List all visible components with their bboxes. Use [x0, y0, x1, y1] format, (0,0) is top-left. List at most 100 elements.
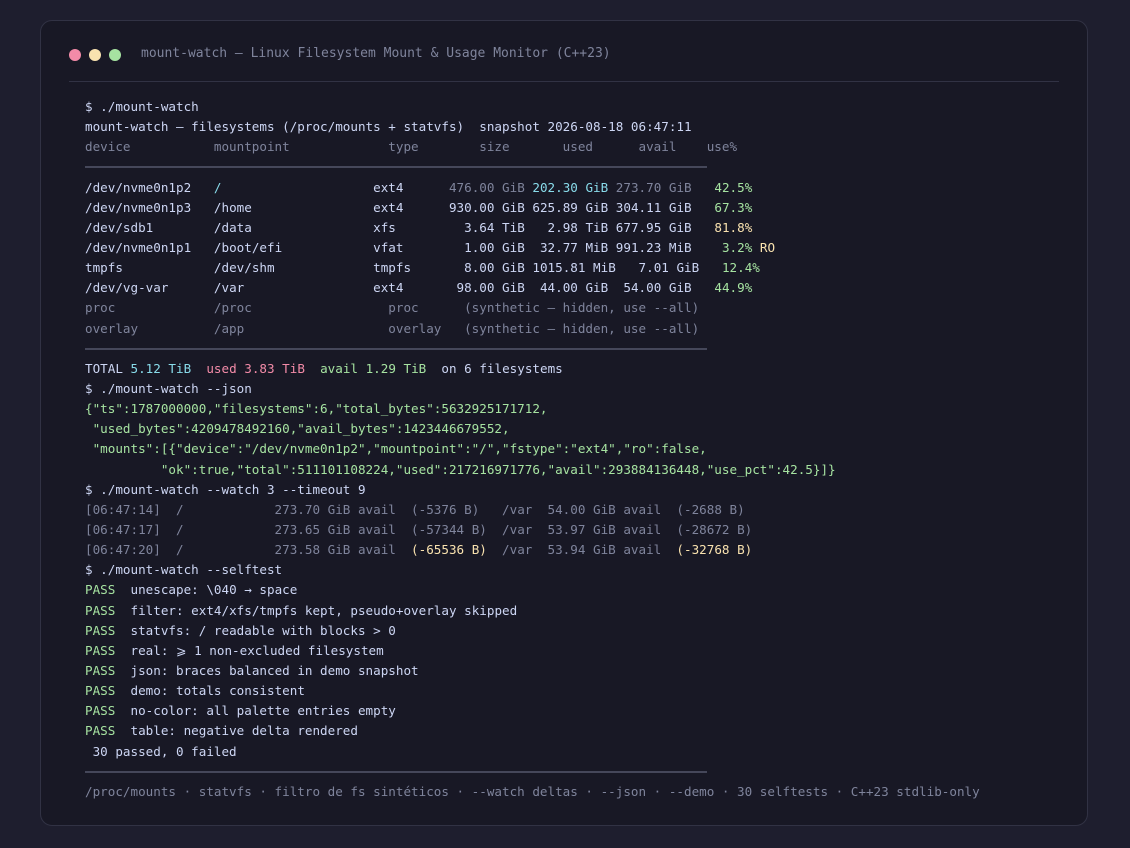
window-title: mount-watch — Linux Filesystem Mount & U… [141, 46, 611, 61]
command-line: $ ./mount-watch [85, 99, 199, 114]
use-percent: 44.9% [699, 280, 753, 296]
synthetic-row: proc /proc proc (synthetic — hidden, use… [85, 300, 700, 316]
command-line: $ ./mount-watch --json [85, 380, 252, 396]
test-result: PASS unescape: \040 → space [85, 580, 980, 600]
device: tmpfs [85, 260, 207, 276]
mountpoint: /boot/efi [206, 239, 374, 255]
mountpoint: / [206, 179, 374, 195]
fstype: ext4 [373, 280, 449, 296]
size: 476.00 GiB [448, 179, 533, 195]
pass-badge: PASS [85, 683, 116, 699]
divider [85, 762, 980, 782]
used: 1015.81 MiB [532, 260, 616, 276]
size: 3.64 TiB [448, 219, 533, 235]
use-percent: 3.2% [699, 239, 753, 255]
watch-line: [06:47:14] / 273.70 GiB avail (-5376 B) … [85, 500, 980, 520]
watch-var-delta: (-32768 B) [676, 542, 753, 558]
test-description: table: negative delta rendered [115, 723, 358, 739]
avail: 273.70 GiB [608, 179, 700, 195]
json-line: "used_bytes":4209478492160,"avail_bytes"… [85, 421, 510, 437]
size: 8.00 GiB [448, 260, 533, 276]
table-row: /dev/nvme0n1p3 /home ext4 930.00 GiB 625… [85, 198, 980, 218]
test-description: demo: totals consistent [115, 683, 305, 699]
used: 2.98 TiB [532, 219, 609, 235]
total-size: 5.12 TiB [130, 360, 192, 376]
avail: 304.11 GiB [608, 199, 700, 215]
test-result: PASS json: braces balanced in demo snaps… [85, 661, 980, 681]
watch-root: [06:47:20] / 273.58 GiB avail [85, 542, 412, 558]
table-row: tmpfs /dev/shm tmpfs 8.00 GiB 1015.81 Mi… [85, 258, 980, 278]
pass-badge: PASS [85, 622, 116, 638]
mountpoint: /dev/shm [206, 260, 374, 276]
test-result: PASS table: negative delta rendered [85, 721, 980, 741]
avail: 7.01 GiB [615, 260, 707, 276]
mountpoint: /var [206, 280, 374, 296]
filesystem-table: /dev/nvme0n1p2 / ext4 476.00 GiB 202.30 … [85, 178, 980, 339]
totals-line: TOTAL 5.12 TiB used 3.83 TiB avail 1.29 … [85, 359, 980, 379]
divider [85, 339, 980, 359]
table-row: /dev/vg-var /var ext4 98.00 GiB 44.00 Gi… [85, 278, 980, 298]
pass-badge: PASS [85, 582, 116, 598]
maximize-window-button[interactable] [109, 49, 121, 61]
test-summary: 30 passed, 0 failed [85, 743, 237, 759]
total-avail: 1.29 TiB [365, 360, 427, 376]
test-description: statvfs: / readable with blocks > 0 [115, 622, 396, 638]
watch-var-delta: (-2688 B) [676, 501, 745, 517]
watch-var: /var 54.00 GiB avail [479, 501, 677, 517]
use-percent: 12.4% [706, 260, 760, 276]
use-percent: 81.8% [699, 219, 753, 235]
fstype: vfat [373, 239, 449, 255]
fstype: ext4 [373, 179, 449, 195]
avail: 991.23 MiB [608, 239, 700, 255]
avail: 677.95 GiB [608, 219, 700, 235]
total-avail-label: avail [304, 360, 366, 376]
minimize-window-button[interactable] [89, 49, 101, 61]
terminal-output: $ ./mount-watch mount-watch — filesystem… [85, 97, 980, 802]
used: 625.89 GiB [532, 199, 609, 215]
pass-badge: PASS [85, 642, 116, 658]
pass-badge: PASS [85, 703, 116, 719]
fstype: tmpfs [373, 260, 449, 276]
watch-line: [06:47:17] / 273.65 GiB avail (-57344 B)… [85, 520, 980, 540]
device: /dev/nvme0n1p3 [85, 199, 207, 215]
terminal-window: mount-watch — Linux Filesystem Mount & U… [40, 20, 1088, 826]
test-result: PASS real: ⩾ 1 non-excluded filesystem [85, 641, 980, 661]
test-result: PASS demo: totals consistent [85, 681, 980, 701]
json-line: {"ts":1787000000,"filesystems":6,"total_… [85, 401, 548, 417]
pass-badge: PASS [85, 662, 116, 678]
watch-var: /var 53.97 GiB avail [486, 521, 677, 537]
fstype: xfs [373, 219, 449, 235]
test-result: PASS filter: ext4/xfs/tmpfs kept, pseudo… [85, 601, 980, 621]
footer-features: /proc/mounts · statvfs · filtro de fs si… [85, 783, 980, 799]
table-header: mount-watch — filesystems (/proc/mounts … [85, 119, 692, 135]
json-line: "ok":true,"total":511101108224,"used":21… [85, 461, 836, 477]
watch-root-delta: (-5376 B) [411, 501, 480, 517]
synthetic-row: overlay /app overlay (synthetic — hidden… [85, 320, 700, 336]
used: 32.77 MiB [532, 239, 609, 255]
command-line: $ ./mount-watch --selftest [85, 562, 283, 578]
mountpoint: /data [206, 219, 374, 235]
table-row: /dev/nvme0n1p2 / ext4 476.00 GiB 202.30 … [85, 178, 980, 198]
pass-badge: PASS [85, 602, 116, 618]
table-row: /dev/sdb1 /data xfs 3.64 TiB 2.98 TiB 67… [85, 218, 980, 238]
mountpoint: /home [206, 199, 374, 215]
test-description: filter: ext4/xfs/tmpfs kept, pseudo+over… [115, 602, 518, 618]
used: 202.30 GiB [532, 179, 609, 195]
total-used: 3.83 TiB [244, 360, 305, 376]
close-window-button[interactable] [69, 49, 81, 61]
use-percent: 67.3% [699, 199, 753, 215]
table-row: /dev/nvme0n1p1 /boot/efi vfat 1.00 GiB 3… [85, 238, 980, 258]
device: /dev/vg-var [85, 280, 207, 296]
used: 44.00 GiB [532, 280, 609, 296]
use-percent: 42.5% [699, 179, 753, 195]
avail: 54.00 GiB [608, 280, 700, 296]
size: 98.00 GiB [448, 280, 533, 296]
title-bar: mount-watch — Linux Filesystem Mount & U… [41, 21, 1087, 83]
watch-var-delta: (-28672 B) [676, 521, 753, 537]
watch-root-delta: (-57344 B) [411, 521, 487, 537]
json-line: "mounts":[{"device":"/dev/nvme0n1p2","mo… [85, 441, 707, 457]
test-description: unescape: \040 → space [115, 582, 298, 598]
device: /dev/nvme0n1p2 [85, 179, 207, 195]
test-result: PASS no-color: all palette entries empty [85, 701, 980, 721]
watch-line: [06:47:20] / 273.58 GiB avail (-65536 B)… [85, 540, 980, 560]
